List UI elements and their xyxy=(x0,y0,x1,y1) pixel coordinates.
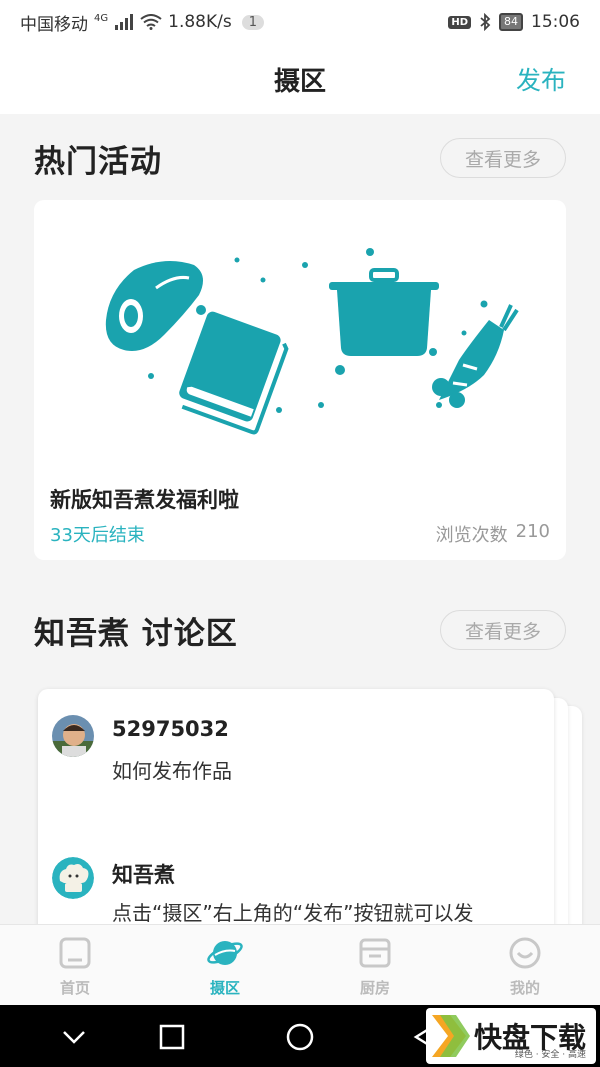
tab-me[interactable]: 我的 xyxy=(450,925,600,1005)
tab-label: 摄区 xyxy=(209,979,240,997)
hot-activities-header: 热门活动 查看更多 xyxy=(34,136,566,180)
kitchen-icon xyxy=(359,938,391,968)
smile-icon xyxy=(509,937,541,969)
book-icon xyxy=(179,311,289,435)
bluetooth-icon xyxy=(480,13,491,31)
signal-icon xyxy=(115,14,134,30)
hd-badge: HD xyxy=(448,15,471,29)
discussion-more-button[interactable]: 查看更多 xyxy=(440,610,566,650)
views-count: 210 xyxy=(515,521,550,542)
recents-icon[interactable] xyxy=(154,1019,190,1055)
pot-icon xyxy=(329,268,439,356)
battery-indicator: 84 xyxy=(499,13,523,31)
tab-label: 首页 xyxy=(59,979,90,997)
home-nav-icon[interactable] xyxy=(282,1019,318,1055)
discussion-header: 知吾煮 讨论区 查看更多 xyxy=(34,608,566,652)
clock: 15:06 xyxy=(531,12,580,32)
tab-zone[interactable]: 摄区 xyxy=(150,925,300,1005)
discussion-title: 知吾煮 讨论区 xyxy=(34,615,238,652)
official-avatar[interactable] xyxy=(52,857,94,899)
activity-illustration xyxy=(105,248,519,435)
home-icon xyxy=(59,937,91,969)
tab-kitchen[interactable]: 厨房 xyxy=(300,925,450,1005)
activity-title: 新版知吾煮发福利啦 xyxy=(50,488,239,512)
network-type: 4G xyxy=(94,12,109,24)
meat-icon xyxy=(105,261,203,351)
network-speed: 1.88K/s xyxy=(168,12,232,32)
activity-card[interactable]: 新版知吾煮发福利啦 33天后结束 浏览次数 210 xyxy=(34,200,566,560)
post-username: 52975032 xyxy=(112,717,229,741)
tab-label: 我的 xyxy=(509,979,540,997)
user-avatar[interactable] xyxy=(52,715,94,757)
notification-badge: 1 xyxy=(241,14,264,30)
watermark-subtext: 绿色 · 安全 · 高速 xyxy=(514,1050,586,1060)
watermark-icon xyxy=(432,1015,470,1057)
page-title: 摄区 xyxy=(273,66,326,97)
post-text: 如何发布作品 xyxy=(112,759,232,783)
status-bar: 中国移动 4G 1.88K/s 1 HD 84 15:06 xyxy=(0,0,600,44)
hot-activities-title: 热门活动 xyxy=(34,143,162,180)
tab-label: 厨房 xyxy=(359,979,390,997)
activity-remaining-time: 33天后结束 xyxy=(50,525,145,546)
post-username: 知吾煮 xyxy=(112,863,175,887)
post-question: 52975032 如何发布作品 xyxy=(52,715,542,795)
hot-activities-more-button[interactable]: 查看更多 xyxy=(440,138,566,178)
activity-views: 浏览次数 210 xyxy=(436,521,550,547)
chevron-down-icon[interactable] xyxy=(56,1019,92,1055)
watermark-logo: 快盘下载 绿色 · 安全 · 高速 xyxy=(426,1008,596,1064)
views-label: 浏览次数 xyxy=(435,525,508,546)
bottom-tab-bar: 首页 摄区 厨房 我的 xyxy=(0,924,600,1005)
tab-home[interactable]: 首页 xyxy=(0,925,150,1005)
planet-icon xyxy=(207,941,243,965)
wifi-icon xyxy=(140,14,162,30)
carrot-icon xyxy=(432,304,519,408)
publish-button[interactable]: 发布 xyxy=(516,61,566,97)
app-header: 摄区 发布 xyxy=(0,44,600,114)
post-text: 点击“摄区”右上角的“发布”按钮就可以发 xyxy=(112,901,474,925)
carrier-label: 中国移动 xyxy=(20,14,88,35)
discussion-card[interactable]: 52975032 如何发布作品 知吾煮 点击“摄区”右上角的“发布”按钮就可以发 xyxy=(38,689,554,949)
